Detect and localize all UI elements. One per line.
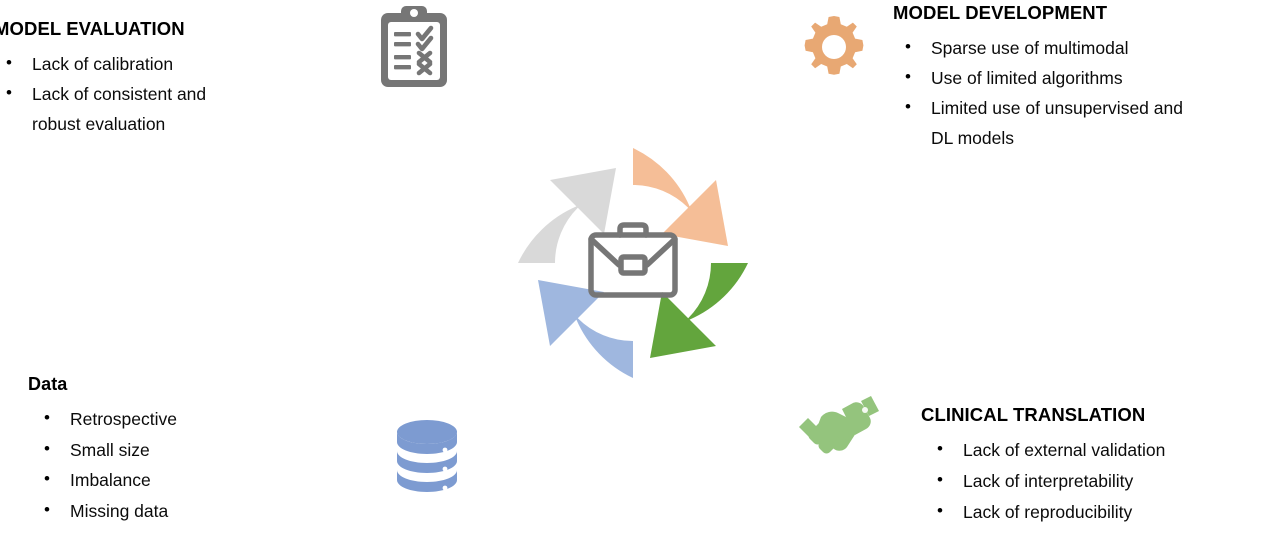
- list-item: Lack of external validation: [921, 434, 1268, 466]
- data-bullets: Retrospective Small size Imbalance Missi…: [28, 403, 328, 527]
- list-item: Lack of reproducibility: [921, 496, 1268, 528]
- clinical-translation-bullets: Lack of external validation Lack of inte…: [921, 434, 1268, 528]
- list-item: Lack of calibration: [0, 48, 324, 79]
- data-block: Data Retrospective Small size Imbalance …: [28, 374, 328, 526]
- list-item: Limited use of unsupervised and DL model…: [893, 92, 1268, 153]
- bullet-line: robust evaluation: [32, 114, 166, 134]
- bullet-line: Use of limited algorithms: [931, 68, 1123, 88]
- list-item: Missing data: [28, 495, 328, 527]
- list-item: Small size: [28, 434, 328, 466]
- model-development-bullets: Sparse use of multimodal Use of limited …: [893, 32, 1268, 153]
- list-item: Lack of consistent and robust evaluation: [0, 78, 324, 139]
- model-evaluation-title: MODEL EVALUATION: [0, 18, 185, 39]
- clinical-translation-title: CLINICAL TRANSLATION: [921, 404, 1146, 425]
- list-item: Imbalance: [28, 464, 328, 496]
- model-evaluation-block: MODEL EVALUATION Lack of calibration Lac…: [0, 18, 324, 139]
- model-development-title: MODEL DEVELOPMENT: [893, 2, 1108, 23]
- bullet-line: Lack of calibration: [32, 54, 174, 74]
- gear-icon: [804, 16, 864, 75]
- list-item: Sparse use of multimodal: [893, 32, 1268, 63]
- list-item: Use of limited algorithms: [893, 62, 1268, 93]
- list-item: Lack of interpretability: [921, 465, 1268, 497]
- briefcase-icon: [588, 222, 678, 298]
- database-icon: [397, 420, 457, 492]
- data-title: Data: [28, 374, 68, 394]
- list-item: Retrospective: [28, 403, 328, 435]
- cycle-diagram: [518, 148, 748, 378]
- model-development-block: MODEL DEVELOPMENT Sparse use of multimod…: [893, 2, 1268, 153]
- clipboard-checklist-icon: [381, 6, 447, 87]
- cycle-segment-clinical-translation: [650, 263, 748, 358]
- handshake-icon: [799, 396, 879, 454]
- bullet-line: Lack of consistent and: [32, 84, 207, 104]
- model-evaluation-bullets: Lack of calibration Lack of consistent a…: [0, 48, 324, 139]
- clinical-translation-block: CLINICAL TRANSLATION Lack of external va…: [921, 404, 1268, 528]
- bullet-line: Sparse use of multimodal: [931, 38, 1129, 58]
- bullet-line: Limited use of unsupervised and: [931, 98, 1183, 118]
- bullet-line: DL models: [931, 128, 1014, 148]
